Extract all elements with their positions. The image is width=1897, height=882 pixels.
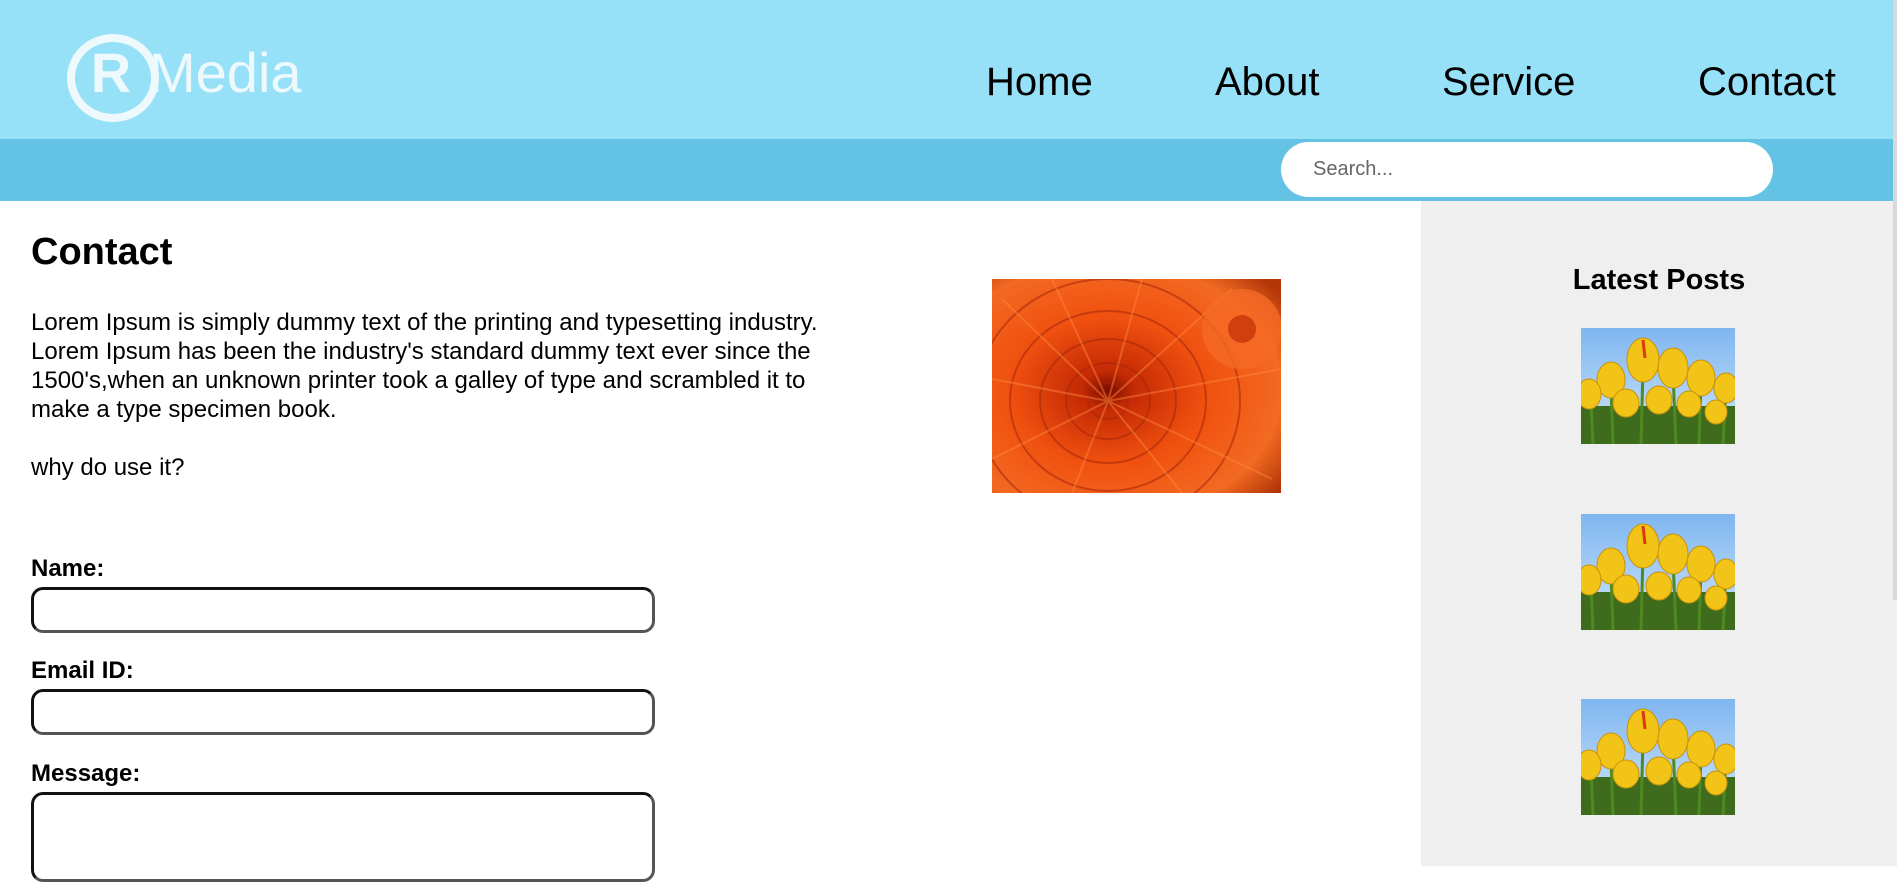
main-nav: Home About Service Contact	[0, 55, 1897, 109]
nav-home[interactable]: Home	[986, 55, 1093, 109]
nav-about[interactable]: About	[1215, 55, 1320, 109]
flower-image	[992, 279, 1281, 493]
nav-contact[interactable]: Contact	[1698, 55, 1836, 109]
name-field[interactable]	[31, 587, 655, 633]
message-textarea[interactable]	[31, 792, 655, 882]
page-title: Contact	[31, 231, 173, 273]
scrollbar[interactable]	[1893, 0, 1897, 600]
question-text: why do use it?	[31, 454, 185, 481]
latest-post-thumbnail[interactable]	[1581, 328, 1735, 444]
email-field[interactable]	[31, 689, 655, 735]
latest-post-thumbnail[interactable]	[1581, 699, 1735, 815]
name-label: Name:	[31, 555, 105, 582]
message-label: Message:	[31, 760, 141, 787]
search-input[interactable]	[1281, 142, 1773, 197]
latest-post-thumbnail[interactable]	[1581, 514, 1735, 630]
sidebar-title: Latest Posts	[1572, 264, 1746, 296]
nav-service[interactable]: Service	[1442, 55, 1575, 109]
email-label: Email ID:	[31, 657, 134, 684]
intro-paragraph: Lorem Ipsum is simply dummy text of the …	[31, 309, 818, 423]
